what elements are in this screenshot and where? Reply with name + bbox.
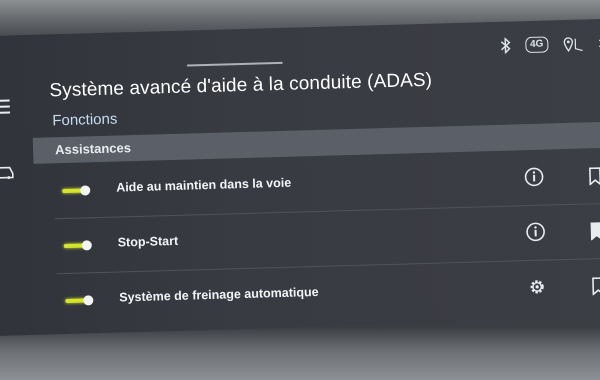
status-bar: 4G 14 [499, 31, 600, 58]
network-4g-icon: 4G [524, 36, 549, 54]
infotainment-screen: 4G 14 Système avancé d'aide à la conduit… [0, 18, 600, 337]
toggle-knob [83, 295, 94, 306]
bookmark-icon[interactable] [589, 222, 600, 245]
page-title: Système avancé d'aide à la conduite (ADA… [49, 69, 433, 102]
location-icon [562, 35, 584, 53]
toggle-knob [81, 240, 92, 251]
bookmark-icon[interactable] [588, 167, 600, 190]
info-icon[interactable] [524, 167, 545, 193]
list-item-label: Système de freinage automatique [119, 284, 319, 305]
list-item-label: Stop-Start [117, 233, 179, 250]
toggle-switch[interactable] [63, 240, 92, 251]
bluetooth-icon [499, 37, 511, 54]
toggle-knob [80, 185, 91, 196]
settings-list: Aide au maintien dans la voie Stop-Start [0, 148, 600, 331]
display-bezel: 4G 14 Système avancé d'aide à la conduit… [0, 0, 600, 380]
page-subtitle[interactable]: Fonctions [52, 111, 117, 130]
section-label: Assistances [54, 140, 132, 158]
menu-icon[interactable] [0, 98, 11, 121]
toggle-switch[interactable] [62, 185, 91, 196]
list-item-label: Aide au maintien dans la voie [116, 175, 292, 195]
bookmark-icon[interactable] [591, 277, 600, 300]
toggle-switch[interactable] [65, 295, 94, 306]
pull-down-handle[interactable] [186, 61, 283, 67]
info-icon[interactable] [525, 222, 546, 248]
gear-icon[interactable] [527, 277, 548, 303]
